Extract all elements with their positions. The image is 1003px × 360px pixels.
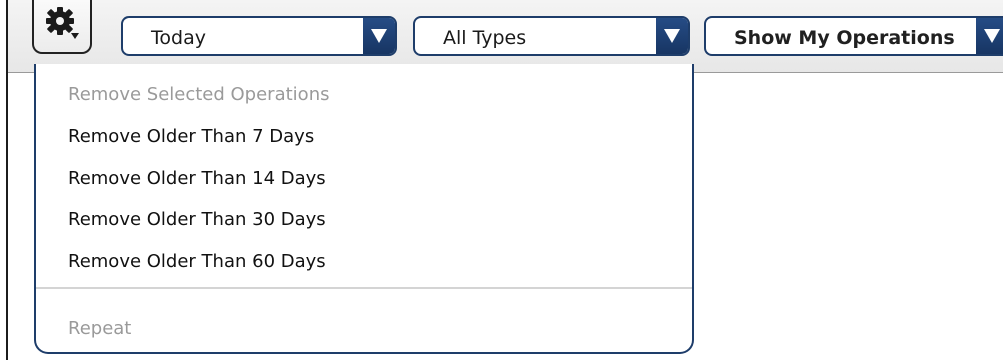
- menu-item-remove-7-days[interactable]: Remove Older Than 7 Days: [68, 126, 314, 147]
- triangle-down-icon[interactable]: [656, 18, 688, 54]
- window: Today All Types Show My Operations Remov…: [0, 0, 1003, 360]
- date-filter-value: Today: [151, 27, 206, 49]
- menu-item-remove-selected: Remove Selected Operations: [68, 84, 330, 105]
- triangle-down-icon[interactable]: [363, 18, 395, 54]
- menu-item-repeat: Repeat: [68, 318, 132, 339]
- menu-item-remove-30-days[interactable]: Remove Older Than 30 Days: [68, 209, 326, 230]
- scope-filter-select[interactable]: Show My Operations: [704, 16, 1003, 56]
- triangle-down-icon[interactable]: [976, 18, 1003, 54]
- date-filter-select[interactable]: Today: [121, 16, 397, 56]
- menu-item-remove-14-days[interactable]: Remove Older Than 14 Days: [68, 168, 326, 189]
- menu-separator: [36, 287, 692, 289]
- type-filter-value: All Types: [443, 27, 527, 49]
- toolbar: Today All Types Show My Operations: [8, 0, 1003, 73]
- scope-filter-value: Show My Operations: [734, 27, 955, 49]
- menu-item-remove-60-days[interactable]: Remove Older Than 60 Days: [68, 251, 326, 272]
- gear-menu-button[interactable]: [32, 0, 92, 54]
- gear-icon: [43, 6, 81, 42]
- actions-menu: Remove Selected Operations Remove Older …: [34, 64, 694, 354]
- type-filter-select[interactable]: All Types: [413, 16, 690, 56]
